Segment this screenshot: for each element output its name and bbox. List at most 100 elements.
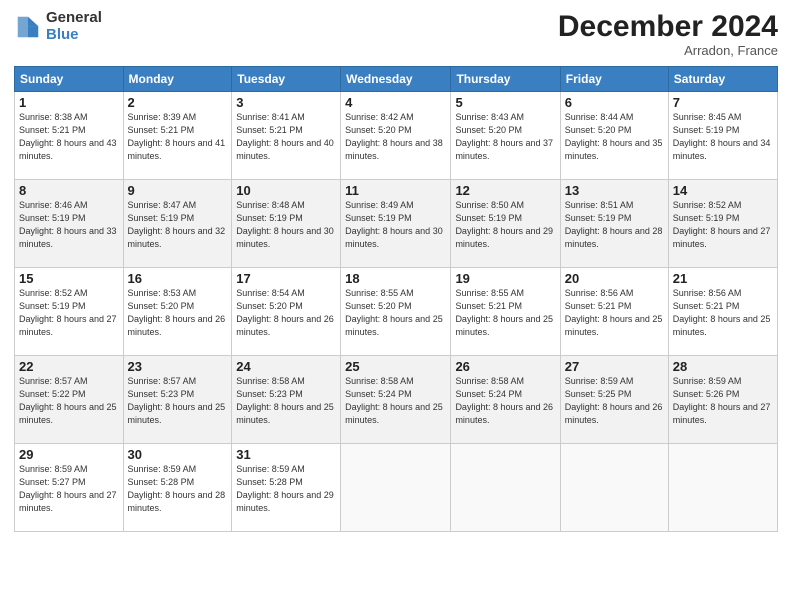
day-info: Sunrise: 8:59 AM Sunset: 5:28 PM Dayligh…	[128, 463, 228, 515]
day-cell: 23 Sunrise: 8:57 AM Sunset: 5:23 PM Dayl…	[123, 356, 232, 444]
day-info: Sunrise: 8:53 AM Sunset: 5:20 PM Dayligh…	[128, 287, 228, 339]
day-info: Sunrise: 8:51 AM Sunset: 5:19 PM Dayligh…	[565, 199, 664, 251]
day-cell: 9 Sunrise: 8:47 AM Sunset: 5:19 PM Dayli…	[123, 180, 232, 268]
day-number: 24	[236, 359, 336, 374]
day-cell: 27 Sunrise: 8:59 AM Sunset: 5:25 PM Dayl…	[560, 356, 668, 444]
day-cell: 10 Sunrise: 8:48 AM Sunset: 5:19 PM Dayl…	[232, 180, 341, 268]
col-monday: Monday	[123, 67, 232, 92]
day-info: Sunrise: 8:38 AM Sunset: 5:21 PM Dayligh…	[19, 111, 119, 163]
day-cell: 14 Sunrise: 8:52 AM Sunset: 5:19 PM Dayl…	[668, 180, 777, 268]
day-number: 11	[345, 183, 446, 198]
day-number: 22	[19, 359, 119, 374]
day-cell: 1 Sunrise: 8:38 AM Sunset: 5:21 PM Dayli…	[15, 92, 124, 180]
month-title: December 2024	[558, 10, 778, 43]
col-sunday: Sunday	[15, 67, 124, 92]
day-cell: 17 Sunrise: 8:54 AM Sunset: 5:20 PM Dayl…	[232, 268, 341, 356]
day-cell: 6 Sunrise: 8:44 AM Sunset: 5:20 PM Dayli…	[560, 92, 668, 180]
day-number: 15	[19, 271, 119, 286]
day-cell: 8 Sunrise: 8:46 AM Sunset: 5:19 PM Dayli…	[15, 180, 124, 268]
day-number: 27	[565, 359, 664, 374]
day-info: Sunrise: 8:52 AM Sunset: 5:19 PM Dayligh…	[19, 287, 119, 339]
day-number: 26	[455, 359, 555, 374]
day-info: Sunrise: 8:56 AM Sunset: 5:21 PM Dayligh…	[565, 287, 664, 339]
day-info: Sunrise: 8:42 AM Sunset: 5:20 PM Dayligh…	[345, 111, 446, 163]
day-cell: 13 Sunrise: 8:51 AM Sunset: 5:19 PM Dayl…	[560, 180, 668, 268]
logo-blue-text: Blue	[46, 27, 102, 44]
day-info: Sunrise: 8:59 AM Sunset: 5:27 PM Dayligh…	[19, 463, 119, 515]
day-info: Sunrise: 8:47 AM Sunset: 5:19 PM Dayligh…	[128, 199, 228, 251]
day-cell: 21 Sunrise: 8:56 AM Sunset: 5:21 PM Dayl…	[668, 268, 777, 356]
day-cell	[451, 444, 560, 532]
col-wednesday: Wednesday	[341, 67, 451, 92]
day-cell: 4 Sunrise: 8:42 AM Sunset: 5:20 PM Dayli…	[341, 92, 451, 180]
week-row-5: 29 Sunrise: 8:59 AM Sunset: 5:27 PM Dayl…	[15, 444, 778, 532]
week-row-3: 15 Sunrise: 8:52 AM Sunset: 5:19 PM Dayl…	[15, 268, 778, 356]
day-number: 16	[128, 271, 228, 286]
day-number: 25	[345, 359, 446, 374]
day-number: 2	[128, 95, 228, 110]
day-info: Sunrise: 8:39 AM Sunset: 5:21 PM Dayligh…	[128, 111, 228, 163]
day-cell: 2 Sunrise: 8:39 AM Sunset: 5:21 PM Dayli…	[123, 92, 232, 180]
day-cell	[560, 444, 668, 532]
day-info: Sunrise: 8:43 AM Sunset: 5:20 PM Dayligh…	[455, 111, 555, 163]
day-cell	[668, 444, 777, 532]
col-tuesday: Tuesday	[232, 67, 341, 92]
day-number: 10	[236, 183, 336, 198]
day-info: Sunrise: 8:59 AM Sunset: 5:26 PM Dayligh…	[673, 375, 773, 427]
day-cell: 15 Sunrise: 8:52 AM Sunset: 5:19 PM Dayl…	[15, 268, 124, 356]
day-number: 6	[565, 95, 664, 110]
day-number: 21	[673, 271, 773, 286]
day-number: 7	[673, 95, 773, 110]
day-info: Sunrise: 8:57 AM Sunset: 5:22 PM Dayligh…	[19, 375, 119, 427]
day-info: Sunrise: 8:58 AM Sunset: 5:23 PM Dayligh…	[236, 375, 336, 427]
day-cell: 20 Sunrise: 8:56 AM Sunset: 5:21 PM Dayl…	[560, 268, 668, 356]
day-cell	[341, 444, 451, 532]
header-row: Sunday Monday Tuesday Wednesday Thursday…	[15, 67, 778, 92]
day-number: 23	[128, 359, 228, 374]
page: General Blue December 2024 Arradon, Fran…	[0, 0, 792, 612]
day-number: 28	[673, 359, 773, 374]
day-info: Sunrise: 8:46 AM Sunset: 5:19 PM Dayligh…	[19, 199, 119, 251]
col-friday: Friday	[560, 67, 668, 92]
col-saturday: Saturday	[668, 67, 777, 92]
day-info: Sunrise: 8:44 AM Sunset: 5:20 PM Dayligh…	[565, 111, 664, 163]
day-cell: 7 Sunrise: 8:45 AM Sunset: 5:19 PM Dayli…	[668, 92, 777, 180]
day-number: 5	[455, 95, 555, 110]
day-cell: 22 Sunrise: 8:57 AM Sunset: 5:22 PM Dayl…	[15, 356, 124, 444]
day-info: Sunrise: 8:54 AM Sunset: 5:20 PM Dayligh…	[236, 287, 336, 339]
day-info: Sunrise: 8:57 AM Sunset: 5:23 PM Dayligh…	[128, 375, 228, 427]
day-info: Sunrise: 8:45 AM Sunset: 5:19 PM Dayligh…	[673, 111, 773, 163]
day-number: 13	[565, 183, 664, 198]
day-info: Sunrise: 8:55 AM Sunset: 5:20 PM Dayligh…	[345, 287, 446, 339]
logo-text: General Blue	[46, 10, 102, 43]
title-block: December 2024 Arradon, France	[558, 10, 778, 58]
week-row-2: 8 Sunrise: 8:46 AM Sunset: 5:19 PM Dayli…	[15, 180, 778, 268]
day-info: Sunrise: 8:58 AM Sunset: 5:24 PM Dayligh…	[345, 375, 446, 427]
day-number: 30	[128, 447, 228, 462]
day-number: 20	[565, 271, 664, 286]
day-number: 19	[455, 271, 555, 286]
day-info: Sunrise: 8:52 AM Sunset: 5:19 PM Dayligh…	[673, 199, 773, 251]
logo: General Blue	[14, 10, 102, 43]
day-cell: 24 Sunrise: 8:58 AM Sunset: 5:23 PM Dayl…	[232, 356, 341, 444]
day-cell: 30 Sunrise: 8:59 AM Sunset: 5:28 PM Dayl…	[123, 444, 232, 532]
logo-general-text: General	[46, 10, 102, 27]
header: General Blue December 2024 Arradon, Fran…	[14, 10, 778, 58]
day-number: 29	[19, 447, 119, 462]
calendar-table: Sunday Monday Tuesday Wednesday Thursday…	[14, 66, 778, 532]
day-number: 4	[345, 95, 446, 110]
day-number: 9	[128, 183, 228, 198]
day-cell: 29 Sunrise: 8:59 AM Sunset: 5:27 PM Dayl…	[15, 444, 124, 532]
day-number: 18	[345, 271, 446, 286]
day-info: Sunrise: 8:58 AM Sunset: 5:24 PM Dayligh…	[455, 375, 555, 427]
day-cell: 16 Sunrise: 8:53 AM Sunset: 5:20 PM Dayl…	[123, 268, 232, 356]
day-number: 8	[19, 183, 119, 198]
day-info: Sunrise: 8:56 AM Sunset: 5:21 PM Dayligh…	[673, 287, 773, 339]
day-cell: 11 Sunrise: 8:49 AM Sunset: 5:19 PM Dayl…	[341, 180, 451, 268]
day-info: Sunrise: 8:50 AM Sunset: 5:19 PM Dayligh…	[455, 199, 555, 251]
day-cell: 31 Sunrise: 8:59 AM Sunset: 5:28 PM Dayl…	[232, 444, 341, 532]
day-number: 17	[236, 271, 336, 286]
col-thursday: Thursday	[451, 67, 560, 92]
day-info: Sunrise: 8:41 AM Sunset: 5:21 PM Dayligh…	[236, 111, 336, 163]
day-info: Sunrise: 8:59 AM Sunset: 5:28 PM Dayligh…	[236, 463, 336, 515]
